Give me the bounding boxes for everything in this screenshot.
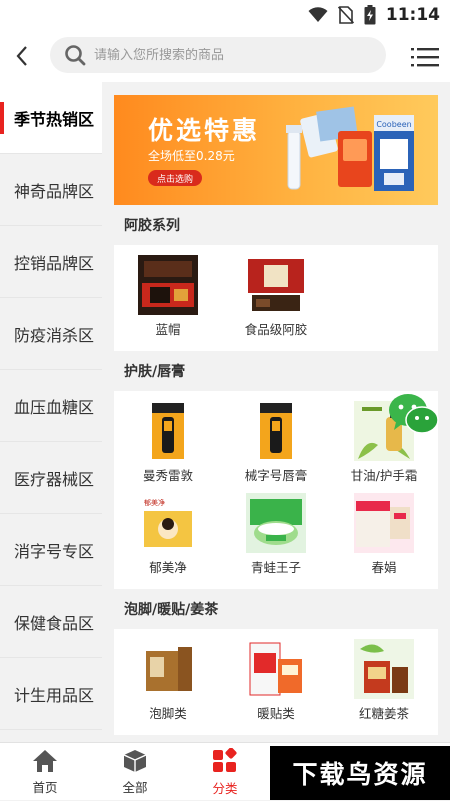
product-cell[interactable]: 食品级阿胶: [222, 253, 330, 345]
ejiao-red-box-icon: [246, 255, 306, 315]
section-title-ejiao: 阿胶系列: [124, 218, 180, 234]
sidebar-item-seasonal-hot[interactable]: 季节热销区: [0, 82, 102, 154]
chevron-left-icon: [16, 46, 27, 66]
header: [0, 30, 450, 82]
banner-title: 优选特惠: [148, 116, 261, 145]
category-sidebar: 季节热销区 神奇品牌区 控销品牌区 防疫消杀区 血压血糖区 医疗器械区 消字号专…: [0, 82, 102, 742]
promo-banner[interactable]: 优选特惠 全场低至0.28元 点击选购 Coobeen: [114, 95, 438, 205]
no-sim-icon: [337, 6, 354, 24]
back-button[interactable]: [0, 30, 44, 82]
sidebar-item-magic-brands[interactable]: 神奇品牌区: [0, 154, 102, 226]
list-menu-icon: [411, 48, 439, 67]
product-label: 青蛙王子: [250, 560, 301, 575]
menu-button[interactable]: [410, 42, 440, 72]
sidebar-item-medical-devices[interactable]: 医疗器械区: [0, 442, 102, 514]
banner-shop-button[interactable]: 点击选购: [148, 170, 202, 186]
product-label: 械字号唇膏: [244, 468, 308, 483]
section-grid-foot-soak: 泡脚类 暖贴类 红糖姜茶: [114, 629, 438, 735]
warm-patch-icon: [246, 639, 306, 699]
wifi-icon: [308, 7, 328, 22]
svg-text:郁美净: 郁美净: [144, 498, 165, 507]
product-cell[interactable]: 红糖姜茶: [330, 637, 438, 729]
product-label: 甘油/护手霜: [350, 468, 418, 483]
product-label: 春娟: [371, 560, 397, 575]
section-title-foot-soak: 泡脚/暖贴/姜茶: [124, 602, 219, 618]
product-label: 泡脚类: [149, 706, 187, 721]
product-cell[interactable]: 械字号唇膏: [222, 399, 330, 491]
tab-label: 首页: [32, 779, 58, 795]
product-cell[interactable]: 郁美净 郁美净: [114, 491, 222, 583]
status-bar: 11:14: [0, 0, 450, 30]
product-cell[interactable]: 暖贴类: [222, 637, 330, 729]
foot-soak-box-icon: [138, 639, 198, 699]
sidebar-item-controlled-brands[interactable]: 控销品牌区: [0, 226, 102, 298]
sidebar-item-sanitizer-zone[interactable]: 消字号专区: [0, 514, 102, 586]
section-grid-ejiao: 蓝帽 食品级阿胶: [114, 245, 438, 351]
cube-icon: [123, 749, 147, 772]
product-label: 红糖姜茶: [358, 706, 409, 721]
wechat-icon[interactable]: [388, 392, 440, 438]
ginger-tea-icon: [354, 639, 414, 699]
product-cell[interactable]: 蓝帽: [114, 253, 222, 345]
cream-box-icon: 郁美净: [138, 493, 198, 553]
product-cell[interactable]: 泡脚类: [114, 637, 222, 729]
tab-all[interactable]: 全部: [90, 743, 180, 801]
tab-label: 分类: [212, 780, 238, 796]
chunjuan-box-icon: [354, 493, 414, 553]
frog-prince-cream-icon: [246, 493, 306, 553]
product-cell[interactable]: 曼秀雷敦: [114, 399, 222, 491]
home-icon: [33, 749, 57, 772]
product-cell[interactable]: 春娟: [330, 491, 438, 583]
section-title-skincare: 护肤/唇膏: [124, 364, 186, 380]
svg-text:Coobeen: Coobeen: [376, 120, 411, 129]
tab-home[interactable]: 首页: [0, 743, 90, 801]
tab-label: 全部: [122, 779, 148, 795]
product-cell[interactable]: 青蛙王子: [222, 491, 330, 583]
banner-products-image: Coobeen: [286, 106, 414, 191]
lip-balm-icon: [138, 401, 198, 461]
status-time: 11:14: [385, 5, 440, 25]
product-label: 郁美净: [149, 560, 187, 575]
ejiao-gift-box-icon: [138, 255, 198, 315]
search-box[interactable]: [50, 37, 386, 73]
product-label: 暖贴类: [257, 706, 295, 721]
sidebar-item-disinfection[interactable]: 防疫消杀区: [0, 298, 102, 370]
sidebar-item-family-planning[interactable]: 计生用品区: [0, 658, 102, 730]
sidebar-item-blood-pressure[interactable]: 血压血糖区: [0, 370, 102, 442]
product-label: 蓝帽: [155, 322, 181, 337]
tab-category[interactable]: 分类: [180, 743, 270, 801]
category-grid-icon: [213, 747, 237, 772]
search-input[interactable]: [94, 47, 364, 63]
product-label: 食品级阿胶: [244, 322, 308, 337]
lip-balm-icon: [246, 401, 306, 461]
search-icon: [65, 45, 86, 66]
battery-charging-icon: [364, 5, 376, 25]
product-label: 曼秀雷敦: [142, 468, 193, 483]
watermark-logo: 下载鸟资源: [270, 746, 450, 800]
banner-subtitle: 全场低至0.28元: [148, 149, 235, 163]
sidebar-item-health-food[interactable]: 保健食品区: [0, 586, 102, 658]
